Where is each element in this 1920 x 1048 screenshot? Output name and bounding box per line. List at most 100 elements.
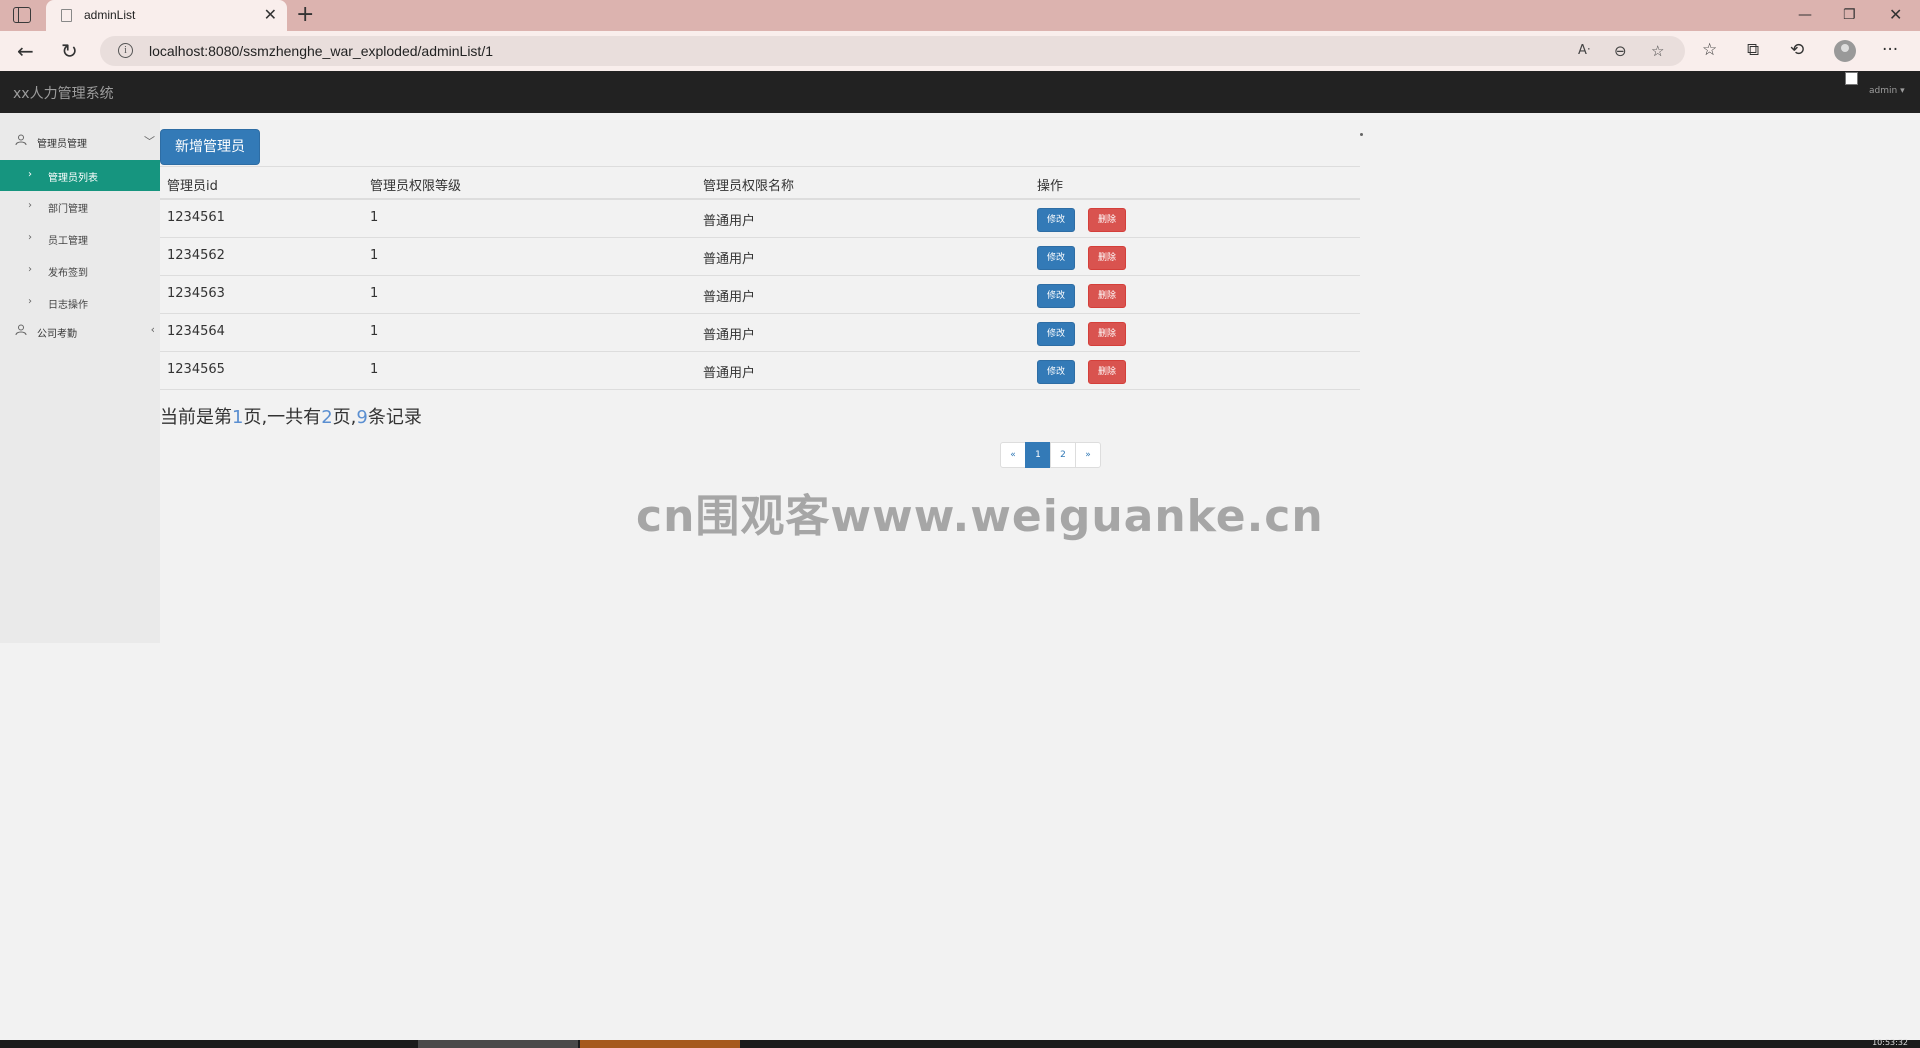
cell-permission-level: 1 xyxy=(370,324,379,339)
address-bar-row: ← ↻ i localhost:8080/ssmzhenghe_war_expl… xyxy=(0,31,1920,71)
minimize-icon[interactable]: — xyxy=(1798,5,1812,25)
user-icon xyxy=(15,134,27,146)
cell-permission-name: 普通用户 xyxy=(703,328,756,343)
table-row: 1234565 1 普通用户 修改 删除 xyxy=(160,352,1360,390)
collections-icon[interactable]: ⧉ xyxy=(1747,39,1759,61)
sidebar-item-label: 部门管理 xyxy=(48,204,88,215)
edit-button[interactable]: 修改 xyxy=(1037,208,1075,232)
page-info: 当前是第1页,一共有2页,9条记录 xyxy=(160,403,422,429)
page-link-2[interactable]: 2 xyxy=(1050,442,1076,468)
sidebar-item-employees[interactable]: › 员工管理 xyxy=(0,223,160,254)
admin-table: 管理员id 管理员权限等级 管理员权限名称 操作 1234561 1 普通用户 … xyxy=(160,166,1360,390)
close-window-icon[interactable]: ✕ xyxy=(1889,5,1902,25)
user-icon xyxy=(15,324,27,336)
add-favorite-icon[interactable]: ☆ xyxy=(1651,41,1664,61)
delete-button[interactable]: 删除 xyxy=(1088,284,1126,308)
zoom-out-icon[interactable]: ⊖ xyxy=(1614,41,1627,61)
header-permission-level: 管理员权限等级 xyxy=(370,179,462,194)
site-info-icon[interactable]: i xyxy=(118,43,133,58)
edit-button[interactable]: 修改 xyxy=(1037,360,1075,384)
delete-button[interactable]: 删除 xyxy=(1088,208,1126,232)
table-row: 1234564 1 普通用户 修改 删除 xyxy=(160,314,1360,352)
chevron-right-icon: › xyxy=(28,296,32,307)
page-next-link[interactable]: » xyxy=(1075,442,1101,468)
chevron-right-icon: › xyxy=(28,169,32,180)
browser-tab[interactable]: adminList ✕ xyxy=(46,0,287,31)
sidebar-item-label: 日志操作 xyxy=(48,300,88,311)
favorites-icon[interactable]: ☆ xyxy=(1702,39,1717,61)
page-info-suffix: 条记录 xyxy=(367,407,422,428)
os-taskbar: 10:53:32 xyxy=(0,1038,1920,1048)
sidebar-group-admin[interactable]: 管理员管理 ﹀ xyxy=(0,126,160,156)
user-name: admin xyxy=(1869,86,1898,96)
add-admin-button[interactable]: 新增管理员 xyxy=(160,129,260,165)
chevron-right-icon: › xyxy=(28,232,32,243)
app-navbar: xx人力管理系统 admin ▾ xyxy=(0,71,1920,113)
table-header-row: 管理员id 管理员权限等级 管理员权限名称 操作 xyxy=(160,167,1360,200)
more-icon[interactable]: ··· xyxy=(1882,39,1898,61)
tab-title: adminList xyxy=(84,8,136,22)
tab-close-icon[interactable]: ✕ xyxy=(264,5,277,25)
page-link-1[interactable]: 1 xyxy=(1025,442,1051,468)
table-row: 1234561 1 普通用户 修改 删除 xyxy=(160,200,1360,238)
sidebar-item-label: 管理员列表 xyxy=(48,173,98,184)
delete-button[interactable]: 删除 xyxy=(1088,322,1126,346)
url-field[interactable]: i localhost:8080/ssmzhenghe_war_exploded… xyxy=(100,36,1685,66)
delete-button[interactable]: 删除 xyxy=(1088,246,1126,270)
sidebar-item-admin-list[interactable]: › 管理员列表 xyxy=(0,160,160,191)
cell-admin-id: 1234562 xyxy=(167,248,225,263)
profile-avatar[interactable] xyxy=(1834,40,1856,62)
cell-admin-id: 1234564 xyxy=(167,324,225,339)
app-brand[interactable]: xx人力管理系统 xyxy=(13,83,114,103)
cell-admin-id: 1234561 xyxy=(167,210,225,225)
new-tab-icon[interactable]: + xyxy=(296,2,314,28)
cell-permission-level: 1 xyxy=(370,362,379,377)
back-icon[interactable]: ← xyxy=(17,39,34,63)
cell-permission-name: 普通用户 xyxy=(703,252,756,267)
taskbar-app[interactable] xyxy=(418,1040,578,1048)
sidebar: 管理员管理 ﹀ › 管理员列表 › 部门管理 › 员工管理 › 发布签到 › 日… xyxy=(0,113,160,643)
sidebar-item-publish-checkin[interactable]: › 发布签到 xyxy=(0,255,160,286)
current-page-number: 1 xyxy=(232,407,244,428)
restore-icon[interactable]: ❐ xyxy=(1843,5,1856,25)
tab-actions-icon[interactable] xyxy=(13,7,31,23)
cell-permission-name: 普通用户 xyxy=(703,290,756,305)
read-aloud-icon[interactable]: Aᐧ xyxy=(1578,41,1590,61)
sidebar-group-label: 公司考勤 xyxy=(37,329,77,340)
edit-button[interactable]: 修改 xyxy=(1037,246,1075,270)
user-avatar xyxy=(1845,72,1858,85)
page-prev-link[interactable]: « xyxy=(1000,442,1026,468)
page-info-prefix: 当前是第 xyxy=(160,407,232,428)
table-row: 1234563 1 普通用户 修改 删除 xyxy=(160,276,1360,314)
sidebar-item-label: 员工管理 xyxy=(48,236,88,247)
user-menu[interactable]: admin ▾ xyxy=(1869,86,1905,96)
history-icon[interactable]: ⟲ xyxy=(1790,39,1804,61)
total-records-number: 9 xyxy=(356,407,368,428)
pagination: « 1 2 » xyxy=(1000,442,1101,468)
edit-button[interactable]: 修改 xyxy=(1037,322,1075,346)
cell-admin-id: 1234565 xyxy=(167,362,225,377)
delete-button[interactable]: 删除 xyxy=(1088,360,1126,384)
edit-button[interactable]: 修改 xyxy=(1037,284,1075,308)
stray-dot xyxy=(1360,133,1363,136)
page-info-mid1: 页,一共有 xyxy=(243,407,322,428)
cell-permission-name: 普通用户 xyxy=(703,366,756,381)
sidebar-item-logs[interactable]: › 日志操作 xyxy=(0,287,160,318)
chevron-down-icon: ﹀ xyxy=(144,135,155,148)
system-clock: 10:53:32 xyxy=(1872,1038,1908,1047)
sidebar-item-departments[interactable]: › 部门管理 xyxy=(0,191,160,222)
refresh-icon[interactable]: ↻ xyxy=(61,39,78,63)
cell-permission-level: 1 xyxy=(370,210,379,225)
sidebar-group-label: 管理员管理 xyxy=(37,139,87,150)
chevron-left-icon: ‹ xyxy=(150,323,155,336)
sidebar-item-label: 发布签到 xyxy=(48,268,88,279)
total-pages-number: 2 xyxy=(321,407,333,428)
cell-permission-level: 1 xyxy=(370,248,379,263)
cell-admin-id: 1234563 xyxy=(167,286,225,301)
taskbar-app[interactable] xyxy=(580,1040,740,1048)
table-row: 1234562 1 普通用户 修改 删除 xyxy=(160,238,1360,276)
chevron-right-icon: › xyxy=(28,200,32,211)
sidebar-group-attendance[interactable]: 公司考勤 ‹ xyxy=(0,316,160,346)
cell-permission-level: 1 xyxy=(370,286,379,301)
header-permission-name: 管理员权限名称 xyxy=(703,179,795,194)
